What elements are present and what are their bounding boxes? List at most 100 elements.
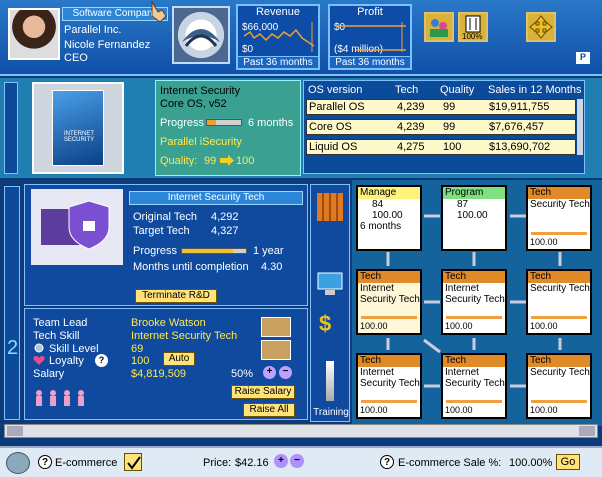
card-score: 100.00 [445,321,473,331]
side-tools: $ Training [310,184,350,422]
os-name: Liquid OS [309,141,358,153]
card-header: Tech [358,271,420,283]
revenue-panel[interactable]: Revenue $66,000 $0 Past 36 months [236,4,320,70]
os-header-sales: Sales in 12 Months [488,84,582,96]
product-progress-fill [207,120,216,125]
revenue-period: Past 36 months [238,56,318,68]
raise-all-button[interactable]: Raise All [243,403,295,417]
profit-period: Past 36 months [330,56,410,68]
dollar-icon[interactable]: $ [319,311,331,337]
product-progress-value: 6 months [248,117,294,129]
training-slider[interactable] [326,361,334,401]
os-header-tech: Tech [395,84,419,96]
security-shield-image [31,189,123,265]
ceo-title: CEO [64,52,88,64]
people-icon[interactable] [424,12,454,42]
building-icon[interactable]: 100% [458,12,488,42]
menu-icon[interactable] [6,452,30,474]
product-platform: Core OS, v52 [160,98,227,110]
scroll-left-button[interactable] [7,426,23,436]
card-line2: Security Tech [445,294,505,305]
product-progress-label: Progress [160,117,205,129]
product-brand: Parallel iSecurity [160,136,242,148]
card-bar [446,400,502,403]
card-tech[interactable]: Tech Internet Security Tech 100.00 [441,353,507,419]
os-header-quality: Quality [440,84,475,96]
percent-badge: 100% [462,32,483,41]
terminate-rnd-button[interactable]: Terminate R&D [135,289,217,303]
os-sales: $19,911,755 [489,101,550,113]
skill-level-value: 69 [131,343,144,355]
os-table-scrollbar[interactable] [577,99,583,155]
profit-sparkline [336,22,406,52]
revenue-title: Revenue [255,6,301,18]
price-decrease-icon[interactable]: − [290,454,304,468]
ceo-name: Nicole Fernandez [64,39,151,51]
card-header: Manage [358,187,420,199]
company-name: Parallel Inc. [64,24,122,36]
tech-skill-value: Internet Security Tech [131,330,238,342]
card-score: 100.00 [360,405,388,415]
card-score: 100.00 [530,237,558,247]
card-line2: Security Tech [445,378,505,389]
ecommerce-checkbox[interactable] [124,453,142,471]
price-value: $42.16 [235,457,269,469]
card-tech[interactable]: Tech Internet Security Tech 100.00 [356,353,422,419]
card-program[interactable]: Program 87 100.00 [441,185,507,251]
status-bar: ? E-commerce Price: $42.16 + − ? E-comme… [0,446,602,477]
plus-icon[interactable]: + [263,366,276,379]
card-tech: 84 [372,199,384,210]
os-tech: 4,239 [397,101,425,113]
card-tech[interactable]: Tech Security Tech 100.00 [526,353,592,419]
os-row[interactable]: Liquid OS 4,275 100 $13,690,702 [306,139,576,155]
tab-two-icon[interactable]: 2 [7,337,18,360]
help-icon[interactable]: ? [380,455,394,469]
rnd-progress-fill [182,249,234,253]
card-tech[interactable]: Tech Internet Security Tech 100.00 [356,269,422,335]
card-tech[interactable]: Tech Security Tech 100.00 [526,269,592,335]
target-tech-label: Target Tech [133,225,190,237]
raise-salary-button[interactable]: Raise Salary [231,385,295,399]
help-icon[interactable]: ? [95,354,108,367]
card-bar [361,400,417,403]
os-sales: $13,690,702 [489,141,551,153]
os-quality: 100 [443,141,462,153]
computer-icon[interactable] [315,271,345,297]
card-manage[interactable]: Manage 84 100.00 6 months [356,185,422,251]
team-panel: Team Lead Brooke Watson Tech Skill Inter… [24,308,308,420]
sale-value: 100.00% [509,457,553,469]
product-box-image[interactable]: INTERNET SECURITY [32,82,124,174]
tech-skill-label: Tech Skill [33,330,80,342]
skill-level-icon [33,343,45,353]
move-arrows-icon[interactable] [526,12,556,42]
profit-title: Profit [357,6,383,18]
os-name: Core OS [309,121,352,133]
books-icon[interactable] [317,193,343,221]
scroll-right-button[interactable] [579,426,595,436]
employee-portrait-icon[interactable] [261,340,291,360]
go-button[interactable]: Go [556,454,580,470]
auto-button[interactable]: Auto [163,352,195,366]
left-tab-rail[interactable]: 2 [4,186,20,420]
rnd-panel: Internet Security Tech Original Tech 4,2… [24,184,308,306]
p-badge[interactable]: P [576,52,590,64]
minus-icon[interactable]: − [279,366,292,379]
os-row[interactable]: Core OS 4,239 99 $7,676,457 [306,119,576,135]
training-label: Training [313,407,349,418]
os-row[interactable]: Parallel OS 4,239 99 $19,911,755 [306,99,576,115]
card-score: 100.00 [372,210,403,221]
salary-value: $4,819,509 [131,368,187,380]
card-tech[interactable]: Tech Internet Security Tech 100.00 [441,269,507,335]
price-increase-icon[interactable]: + [274,454,288,468]
horizontal-scrollbar[interactable] [4,424,598,438]
ceo-avatar[interactable] [8,8,60,60]
card-tech[interactable]: Tech Security Tech 100.00 [526,185,592,251]
profit-panel[interactable]: Profit $0 ($4 million) Past 36 months [328,4,412,70]
ecommerce-label: E-commerce [55,457,118,469]
card-line1: Internet [445,367,479,378]
card-tech: 87 [457,199,469,210]
training-chart-icon[interactable] [261,317,291,337]
card-score: 100.00 [445,405,473,415]
help-icon[interactable]: ? [38,455,52,469]
company-logo[interactable] [172,6,230,64]
